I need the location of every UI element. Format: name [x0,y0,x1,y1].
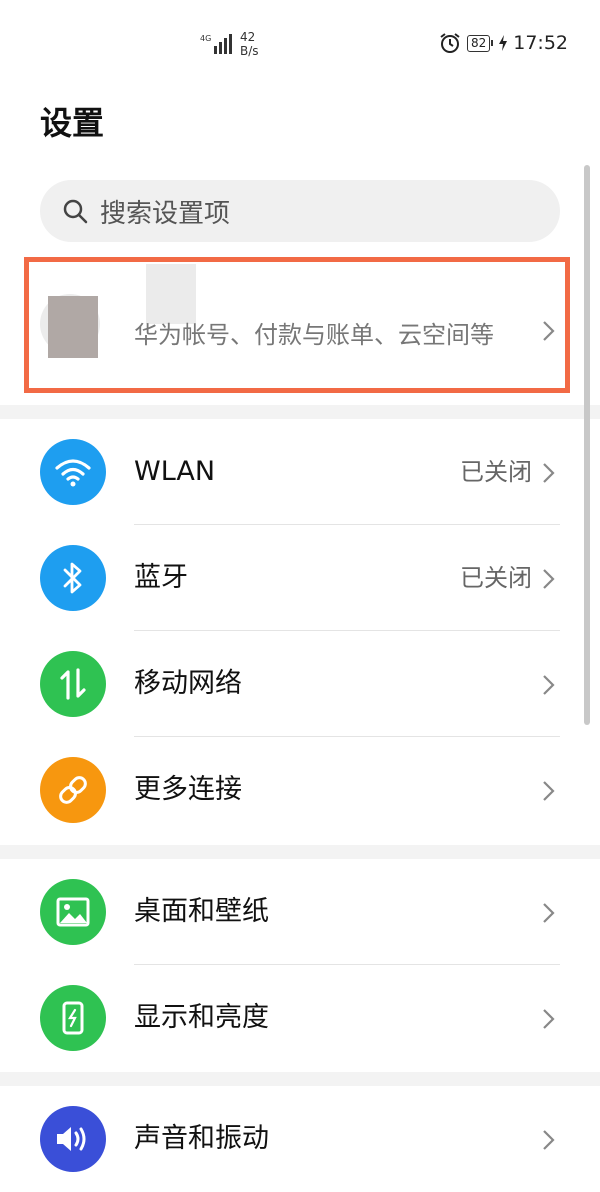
net-speed: 42 B/s [240,30,259,58]
settings-item-status: 已关闭 [460,564,532,592]
settings-item-more-connections[interactable]: 更多连接 [0,737,600,843]
display-icon [40,985,106,1051]
settings-item-status: 已关闭 [460,458,532,486]
search-icon [63,199,88,224]
settings-item-label: WLAN [134,456,216,487]
section-divider [0,1072,600,1086]
settings-item-label: 蓝牙 [134,562,188,593]
wifi-icon [40,439,106,505]
battery-level: 82 [466,34,491,52]
highlight-box [24,257,570,393]
chevron-right-icon [543,1130,555,1150]
settings-item-label: 桌面和壁纸 [134,896,269,927]
clock-time: 17:52 [513,32,568,54]
settings-item-mobile-network[interactable]: 移动网络 [0,631,600,737]
chevron-right-icon [543,1009,555,1029]
battery-icon: 82 [466,34,494,52]
net-speed-unit: B/s [240,44,259,58]
settings-item-display[interactable]: 显示和亮度 [0,965,600,1071]
settings-item-label: 显示和亮度 [134,1002,269,1033]
account-card[interactable]: 华为帐号、付款与账单、云空间等 [0,250,600,405]
chevron-right-icon [543,463,555,483]
svg-text:4G: 4G [200,34,211,43]
status-bar: 4G 42 B/s 82 17:52 [0,0,600,90]
page-title: 设置 [40,104,105,142]
alarm-icon [440,33,460,53]
net-speed-value: 42 [240,30,256,44]
search-input[interactable]: 搜索设置项 [40,180,560,242]
settings-item-wallpaper[interactable]: 桌面和壁纸 [0,859,600,965]
section-divider [0,405,600,419]
scrollbar[interactable] [584,165,590,725]
chevron-right-icon [543,569,555,589]
signal-icon: 4G [200,34,232,54]
bluetooth-icon [40,545,106,611]
search-placeholder: 搜索设置项 [100,198,231,229]
link-icon [40,757,106,823]
settings-item-label: 更多连接 [134,774,242,805]
charging-icon [499,35,508,51]
settings-item-label: 声音和振动 [134,1123,269,1154]
chevron-right-icon [543,675,555,695]
mobile-data-icon [40,651,106,717]
sound-icon [40,1106,106,1172]
settings-item-wlan[interactable]: WLAN 已关闭 [0,419,600,525]
settings-item-bluetooth[interactable]: 蓝牙 已关闭 [0,525,600,631]
chevron-right-icon [543,903,555,923]
chevron-right-icon [543,781,555,801]
settings-item-label: 移动网络 [134,668,242,699]
section-divider [0,845,600,859]
wallpaper-icon [40,879,106,945]
settings-item-sound[interactable]: 声音和振动 [0,1086,600,1192]
